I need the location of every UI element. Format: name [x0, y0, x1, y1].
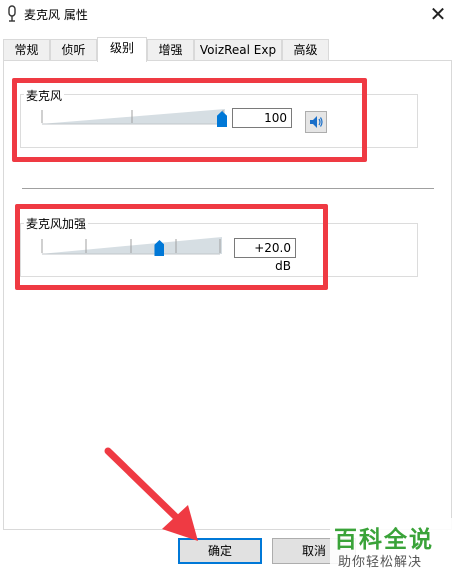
watermark: 百科全说 助你轻松解决 — [330, 518, 456, 580]
tab-advanced[interactable]: 高级 — [282, 39, 329, 61]
tab-voizreal-exp[interactable]: VoizReal Exp — [194, 39, 282, 61]
tab-levels[interactable]: 级别 — [97, 37, 147, 62]
annotation-arrow — [104, 447, 198, 541]
watermark-subtitle: 助你轻松解决 — [338, 555, 423, 570]
close-button[interactable]: ✕ — [420, 0, 456, 30]
window-title: 麦克风 属性 — [24, 8, 88, 22]
tab-strip: 常规 侦听 级别 增强 VoizReal Exp 高级 — [0, 37, 456, 62]
highlight-box-boost — [15, 204, 328, 290]
microphone-icon — [8, 5, 16, 22]
watermark-title: 百科全说 — [334, 527, 434, 553]
title-bar: 麦克风 属性 ✕ — [0, 0, 456, 30]
highlight-box-microphone — [12, 78, 367, 162]
tab-enhancements[interactable]: 增强 — [147, 39, 194, 61]
separator-line — [22, 188, 434, 189]
tab-listen[interactable]: 侦听 — [50, 39, 97, 61]
tab-general[interactable]: 常规 — [3, 39, 50, 61]
